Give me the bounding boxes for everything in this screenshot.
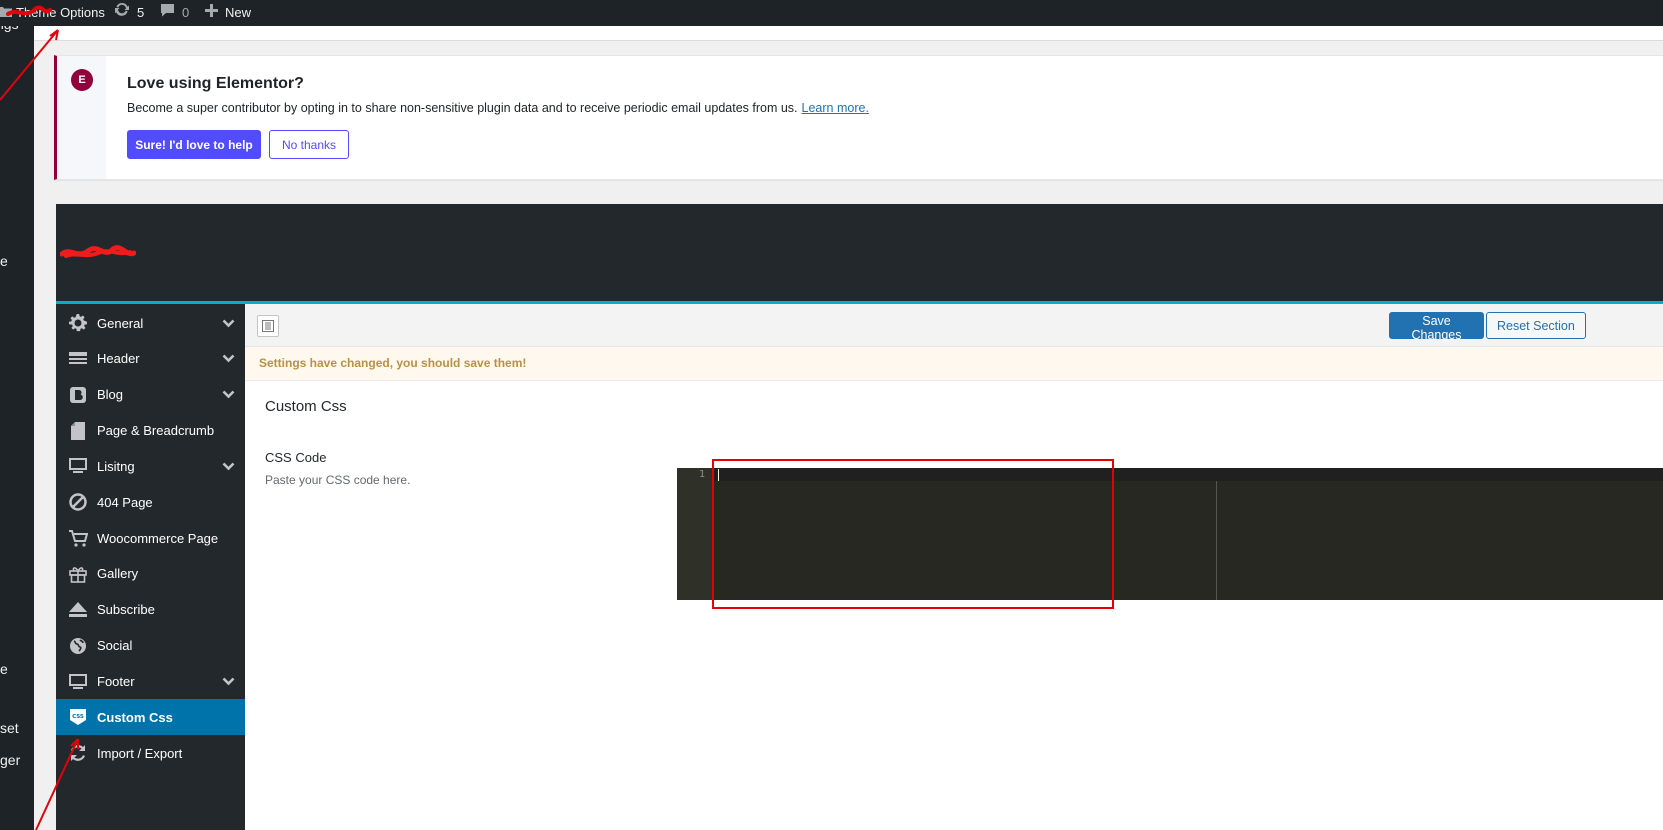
- page-icon: [68, 421, 88, 440]
- opt-in-button[interactable]: Sure! I'd love to help: [127, 130, 261, 159]
- sidebar-item-label: Header: [97, 351, 140, 367]
- print-margin: [1216, 481, 1217, 600]
- wp-admin-menu: ngs e e set ger: [0, 26, 34, 830]
- text-cursor: [718, 469, 719, 481]
- theme-options-panel: General Header Blog Page & Breadcrumb Lisitn…: [56, 204, 1663, 830]
- sidebar-item-social[interactable]: Social: [56, 628, 245, 664]
- elementor-logo-icon: E: [71, 69, 93, 91]
- sidebar-item-blog[interactable]: Blog: [56, 377, 245, 413]
- redacted-logo-scribble: [60, 245, 136, 258]
- css-field-description: Paste your CSS code here.: [265, 473, 411, 487]
- css-icon: CSS: [68, 707, 88, 727]
- svg-text:CSS: CSS: [72, 714, 84, 720]
- sidebar-item-page-breadcrumb[interactable]: Page & Breadcrumb: [56, 413, 245, 449]
- notice-logo-column: E: [57, 56, 106, 179]
- css-code-editor[interactable]: 1: [677, 468, 1663, 600]
- comments-menu[interactable]: 0: [160, 0, 189, 26]
- refresh-icon: [68, 744, 88, 762]
- chevron-down-icon[interactable]: [222, 459, 236, 474]
- notice-description-text: Become a super contributor by opting in …: [127, 101, 798, 115]
- section-title: Custom Css: [265, 398, 347, 415]
- monitor-icon: [68, 458, 88, 474]
- save-changes-button[interactable]: Save Changes: [1389, 312, 1484, 342]
- theme-options-menu[interactable]: Theme Options: [0, 0, 105, 26]
- active-line: [712, 468, 1663, 481]
- header-icon: [68, 351, 88, 366]
- cart-icon: [68, 529, 88, 547]
- reset-section-button[interactable]: Reset Section: [1486, 312, 1586, 339]
- expand-options-button[interactable]: [257, 315, 279, 337]
- css-field-title: CSS Code: [265, 450, 327, 465]
- menu-item-fragment[interactable]: e: [0, 661, 34, 677]
- top-strip: [34, 26, 1663, 41]
- sidebar-item-lisitng[interactable]: Lisitng: [56, 448, 245, 484]
- blog-icon: [68, 386, 88, 403]
- menu-item-fragment[interactable]: ger: [0, 752, 34, 768]
- sidebar-item-label: Woocommerce Page: [97, 530, 219, 546]
- elementor-notice: E Love using Elementor? Become a super c…: [54, 55, 1663, 180]
- chevron-down-icon[interactable]: [222, 316, 236, 331]
- updates-count: 5: [137, 5, 145, 20]
- sidebar-item-general[interactable]: General: [56, 305, 245, 341]
- comments-count: 0: [182, 5, 190, 20]
- options-sidebar: General Header Blog Page & Breadcrumb Lisitn…: [56, 304, 245, 830]
- list-icon: [262, 320, 274, 332]
- learn-more-link[interactable]: Learn more.: [802, 101, 869, 115]
- sidebar-item-import-export[interactable]: Import / Export: [56, 735, 245, 771]
- sidebar-item-footer[interactable]: Footer: [56, 664, 245, 700]
- unsaved-changes-notice: Settings have changed, you should save t…: [245, 347, 1663, 381]
- sidebar-item-gallery[interactable]: Gallery: [56, 556, 245, 592]
- sidebar-item-label: Blog: [97, 387, 124, 403]
- options-toolbar: Save Changes Reset Section: [245, 304, 1663, 347]
- sidebar-item-custom-css[interactable]: CSS Custom Css: [56, 699, 245, 736]
- notice-description: Become a super contributor by opting in …: [127, 101, 869, 115]
- sidebar-item-label: Footer: [97, 674, 135, 689]
- sidebar-item-label: Lisitng: [97, 458, 135, 474]
- folder-icon: [0, 1, 12, 25]
- sidebar-item-label: Gallery: [97, 566, 139, 582]
- options-header: [56, 204, 1663, 304]
- editor-gutter: 1: [677, 468, 712, 600]
- menu-item-fragment[interactable]: e: [0, 253, 34, 269]
- sidebar-item-label: Custom Css: [97, 709, 173, 725]
- chevron-down-icon[interactable]: [222, 387, 236, 402]
- comment-icon: [160, 1, 175, 25]
- monitor-icon: [68, 673, 88, 690]
- globe-icon: [68, 637, 88, 655]
- eject-icon: [68, 601, 88, 618]
- sidebar-item-label: Import / Export: [97, 745, 183, 761]
- updates-icon: [114, 1, 130, 25]
- sidebar-item-label: General: [97, 315, 144, 331]
- updates-menu[interactable]: 5: [114, 0, 144, 26]
- new-label: New: [225, 5, 252, 20]
- plus-icon: [205, 1, 218, 25]
- admin-bar: Theme Options 5 0 New: [0, 0, 1663, 26]
- sidebar-item-header[interactable]: Header: [56, 341, 245, 377]
- gift-icon: [68, 565, 88, 583]
- sidebar-item-404-page[interactable]: 404 Page: [56, 484, 245, 520]
- sidebar-item-woocommerce-page[interactable]: Woocommerce Page: [56, 520, 245, 556]
- menu-item-fragment[interactable]: set: [0, 720, 34, 736]
- theme-options-label: Theme Options: [16, 5, 105, 20]
- chevron-down-icon[interactable]: [222, 351, 236, 366]
- new-content-menu[interactable]: New: [205, 0, 251, 26]
- gear-icon: [68, 314, 88, 332]
- chevron-down-icon[interactable]: [222, 674, 236, 689]
- notice-title: Love using Elementor?: [127, 75, 304, 92]
- sidebar-item-label: 404 Page: [97, 494, 153, 510]
- sidebar-item-subscribe[interactable]: Subscribe: [56, 592, 245, 628]
- ban-icon: [68, 493, 88, 511]
- sidebar-item-label: Subscribe: [97, 602, 155, 618]
- sidebar-item-label: Page & Breadcrumb: [97, 423, 215, 439]
- line-number: 1: [698, 469, 705, 480]
- unsaved-changes-text: Settings have changed, you should save t…: [259, 356, 527, 370]
- no-thanks-button[interactable]: No thanks: [269, 130, 349, 159]
- menu-item-fragment[interactable]: ngs: [0, 26, 30, 32]
- sidebar-item-label: Social: [97, 638, 133, 654]
